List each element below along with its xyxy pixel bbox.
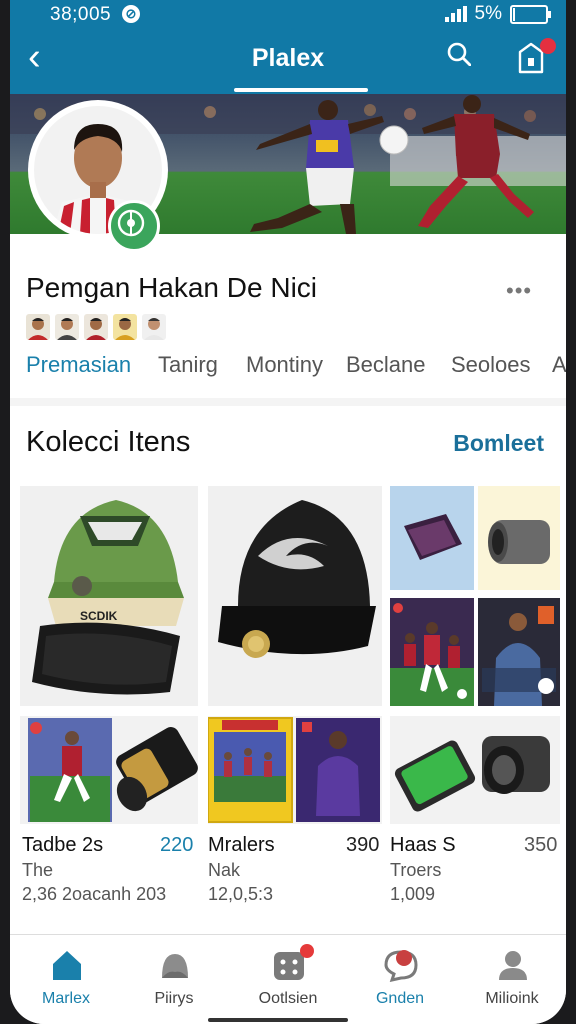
product-tile-green-cap[interactable]: SCDIK bbox=[20, 486, 198, 706]
tab-tanirg[interactable]: Tanirg bbox=[158, 352, 218, 378]
nav-label: Milioink bbox=[485, 990, 539, 1007]
more-options-button[interactable]: ••• bbox=[506, 278, 532, 304]
title-underline bbox=[234, 88, 368, 92]
gadget-image bbox=[478, 486, 560, 590]
notification-badge bbox=[300, 944, 314, 958]
nav-label: Marlex bbox=[41, 990, 90, 1007]
tab-beclane[interactable]: Beclane bbox=[346, 352, 426, 378]
tab-premasian[interactable]: Premasian bbox=[26, 352, 131, 378]
cap-brand-text: SCDIK bbox=[80, 609, 118, 623]
product-tile-gray-gadget[interactable] bbox=[478, 486, 560, 590]
product-subtitle: Troers bbox=[390, 860, 442, 880]
compass-icon: ⊘ bbox=[122, 5, 140, 23]
product-price: 220 bbox=[160, 834, 194, 856]
tab-montiny[interactable]: Montiny bbox=[246, 352, 323, 378]
nav-label: Ootlsien bbox=[258, 990, 318, 1007]
product-name: Haas S bbox=[390, 834, 456, 856]
follower-avatars bbox=[26, 314, 166, 340]
cap-image: SCDIK bbox=[20, 486, 198, 706]
product-stats: 12,0,5:3 bbox=[208, 884, 274, 904]
product-tile-black-cap[interactable] bbox=[208, 486, 382, 706]
product-tile-card-lens[interactable] bbox=[20, 716, 198, 824]
follower-avatar[interactable] bbox=[142, 314, 166, 340]
product-name: Tadbe 2s bbox=[22, 834, 104, 856]
search-icon[interactable] bbox=[447, 42, 471, 66]
top-bar: 38;005 ⊘ 5% ‹ Plalex bbox=[10, 0, 566, 94]
home-icon bbox=[53, 951, 81, 980]
case-image bbox=[390, 486, 474, 590]
product-tile-phone-lens[interactable] bbox=[390, 716, 560, 824]
status-time: 38;005 bbox=[50, 4, 112, 25]
signal-icon bbox=[444, 6, 467, 22]
tab-overflow[interactable]: A bbox=[552, 352, 566, 378]
home-indicator bbox=[208, 1018, 348, 1022]
status-right: 5% bbox=[444, 3, 551, 25]
follower-avatar[interactable] bbox=[84, 314, 108, 340]
follower-avatar[interactable] bbox=[26, 314, 50, 340]
product-price: 350 bbox=[524, 834, 558, 856]
profile-icon bbox=[499, 951, 527, 980]
product-stats: 2,36 2oacanh 203 bbox=[22, 884, 167, 904]
black-cap-image bbox=[208, 486, 382, 706]
nav-label: Gnden bbox=[375, 990, 425, 1007]
product-stats: 1,009 bbox=[390, 884, 436, 904]
divider bbox=[10, 398, 566, 406]
product-subtitle: Nak bbox=[208, 860, 241, 880]
product-tile-team-photo[interactable] bbox=[390, 598, 474, 706]
trading-cards-image bbox=[208, 716, 382, 824]
profile-name: Pemgan Hakan De Nici bbox=[26, 272, 318, 303]
product-price: 390 bbox=[346, 834, 380, 856]
card-lens-image bbox=[20, 716, 198, 824]
phone-screen: 38;005 ⊘ 5% ‹ Plalex Pemgan Hakan De Nic… bbox=[10, 0, 566, 1024]
chat-icon bbox=[384, 950, 418, 982]
category-tabs: Premasian Tanirg Montiny Beclane Seoloes… bbox=[10, 352, 566, 399]
player-photo-image bbox=[478, 598, 560, 706]
section-title: Kolecci Itens bbox=[26, 426, 191, 458]
product-tile-player-photo[interactable] bbox=[478, 598, 560, 706]
product-name: Mralers bbox=[208, 834, 275, 856]
football-icon bbox=[117, 209, 145, 237]
phone-lens-image bbox=[390, 716, 560, 824]
product-subtitle: The bbox=[22, 860, 54, 880]
cart-badge bbox=[540, 38, 556, 54]
see-all-link[interactable]: Bomleet bbox=[453, 430, 544, 457]
battery-icon bbox=[510, 4, 551, 24]
people-icon bbox=[162, 954, 188, 978]
follower-avatar[interactable] bbox=[113, 314, 137, 340]
follower-avatar[interactable] bbox=[55, 314, 79, 340]
tab-seoloes[interactable]: Seoloes bbox=[451, 352, 531, 378]
product-tile-purple-case[interactable] bbox=[390, 486, 474, 590]
bottom-nav: Marlex Piirys Ootlsien Gnden Milioink bbox=[10, 936, 566, 1024]
page-title: Plalex bbox=[251, 44, 325, 72]
nav-divider bbox=[10, 934, 566, 935]
battery-percent: 5% bbox=[474, 3, 502, 24]
verified-badge bbox=[108, 200, 160, 252]
team-photo-image bbox=[390, 598, 474, 706]
product-tile-cards[interactable] bbox=[208, 716, 382, 824]
nav-label: Piirys bbox=[154, 990, 194, 1007]
